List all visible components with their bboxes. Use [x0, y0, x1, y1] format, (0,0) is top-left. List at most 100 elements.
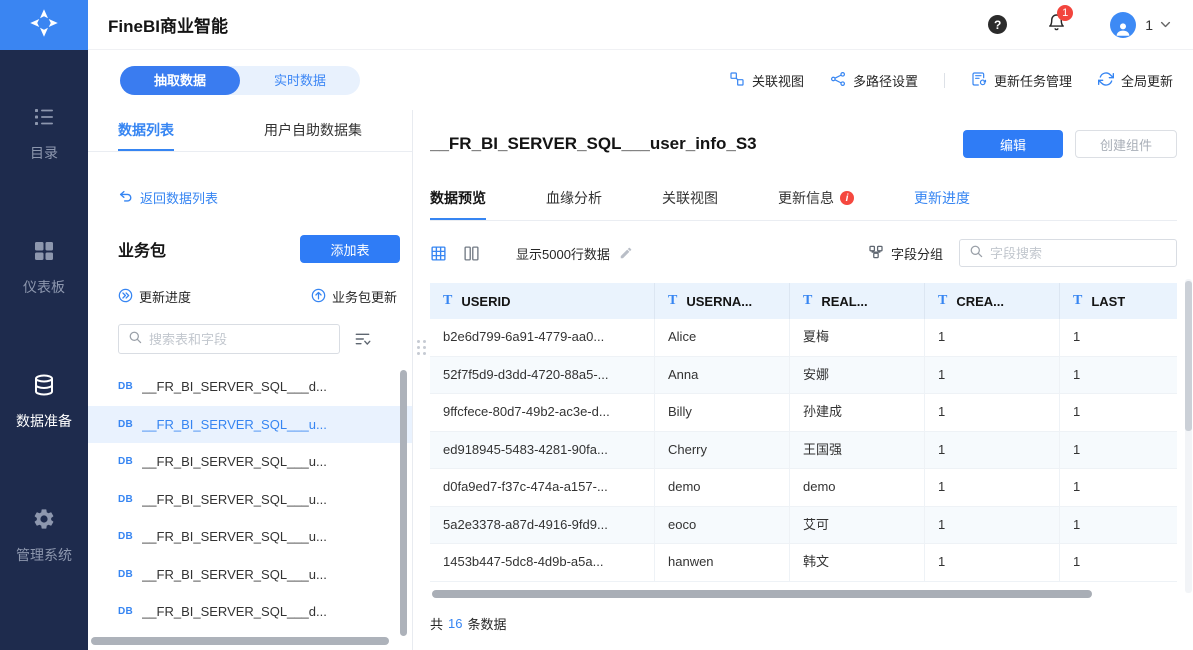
data-mode-toggle: 抽取数据 实时数据: [120, 65, 361, 95]
table-row: b2e6d799-6a91-4779-aa0... Alice 夏梅 1 1: [430, 319, 1177, 357]
cell: 1: [925, 544, 1060, 581]
column-header-username[interactable]: T USERNA...: [655, 283, 790, 319]
table-horizontal-scrollbar: [430, 589, 1177, 598]
cell: 1: [1073, 441, 1081, 457]
chevron-down-icon[interactable]: [1160, 21, 1171, 28]
cell: 1453b447-5dc8-4d9b-a5a...: [430, 544, 655, 581]
cell: Cherry: [655, 431, 790, 468]
group-icon: [868, 244, 884, 263]
list-horizontal-scrollbar-thumb[interactable]: [91, 637, 389, 645]
column-header-realname[interactable]: T REAL...: [790, 283, 925, 319]
tab-update-info[interactable]: 更新信息 i: [778, 188, 854, 220]
sidebar-item-data-preparation[interactable]: 数据准备: [16, 373, 72, 431]
header-actions: ? 1 1: [988, 4, 1171, 38]
tab-lineage-analysis[interactable]: 血缘分析: [546, 188, 602, 220]
business-package-row: 业务包 添加表: [118, 235, 400, 263]
multipath-settings-button[interactable]: 多路径设置: [830, 71, 918, 90]
cell: Anna: [655, 356, 790, 393]
notifications-button[interactable]: 1: [1047, 4, 1074, 37]
sidebar-item-catalog[interactable]: 目录: [30, 105, 58, 163]
update-progress-link[interactable]: 更新进度: [118, 287, 191, 306]
column-header-userid[interactable]: T USERID: [430, 283, 655, 319]
column-header-createtime[interactable]: T CREA...: [925, 283, 1060, 319]
edit-pencil-icon[interactable]: [619, 246, 633, 260]
text-type-icon: T: [803, 293, 813, 308]
table-search-input[interactable]: [149, 331, 330, 347]
table-horizontal-scrollbar-thumb[interactable]: [432, 589, 1092, 598]
help-glyph: ?: [994, 17, 1002, 32]
count-prefix: 共: [430, 616, 444, 632]
cell: b2e6d799-6a91-4779-aa0...: [430, 319, 655, 356]
search-icon: [969, 244, 983, 263]
tab-self-service-dataset[interactable]: 用户自助数据集: [264, 110, 362, 151]
update-task-button[interactable]: 更新任务管理: [971, 71, 1072, 90]
package-update-link[interactable]: 业务包更新: [311, 287, 397, 306]
sidebar-item-label: 管理系统: [16, 547, 72, 563]
action-label: 更新任务管理: [993, 73, 1072, 89]
table-list-item[interactable]: DB __FR_BI_SERVER_SQL___u...: [88, 443, 412, 481]
create-component-button[interactable]: 创建组件: [1075, 130, 1177, 158]
link-view-button[interactable]: 关联视图: [729, 71, 804, 90]
detail-title-row: __FR_BI_SERVER_SQL___user_info_S3 编辑 创建组…: [430, 130, 1177, 158]
preview-toolbar: 显示5000行数据 字段分组 字段搜索: [430, 239, 1177, 267]
table-list-item-selected[interactable]: DB __FR_BI_SERVER_SQL___u...: [88, 405, 412, 443]
table-vertical-scrollbar-thumb[interactable]: [1185, 281, 1192, 431]
table-name: __FR_BI_SERVER_SQL___d...: [142, 604, 327, 620]
cell: 1: [1073, 479, 1081, 494]
count-suffix: 条数据: [467, 616, 507, 632]
table-list-item[interactable]: DB __FR_BI_SERVER_SQL___u...: [88, 518, 412, 556]
tab-label: 血缘分析: [546, 190, 602, 206]
finebi-logo[interactable]: [0, 0, 88, 50]
toolbar-actions: 关联视图 多路径设置 更新任务管理 全局更新: [729, 71, 1173, 90]
data-list-panel: 数据列表 用户自助数据集 返回数据列表 业务包 添加表 更新进度 业务包更新 搜…: [88, 110, 413, 650]
toolbar-divider: [943, 72, 945, 88]
edit-button[interactable]: 编辑: [963, 130, 1063, 158]
text-type-icon: T: [938, 293, 948, 308]
avatar[interactable]: [1110, 11, 1137, 38]
tab-link-view[interactable]: 关联视图: [662, 188, 718, 220]
field-group-button[interactable]: 字段分组: [868, 244, 943, 263]
global-update-button[interactable]: 全局更新: [1097, 71, 1173, 90]
table-list-item[interactable]: DB __FR_BI_SERVER_SQL___d...: [88, 593, 412, 631]
cell: Billy: [655, 394, 790, 431]
tab-data-list[interactable]: 数据列表: [118, 110, 174, 151]
record-count-footer: 共 16 条数据: [430, 614, 1177, 633]
table-list-item[interactable]: DB __FR_BI_SERVER_SQL___u...: [88, 481, 412, 519]
cell: eoco: [655, 506, 790, 543]
tab-update-progress[interactable]: 更新进度: [914, 188, 970, 220]
filter-icon[interactable]: [354, 331, 371, 347]
extract-data-toggle[interactable]: 抽取数据: [120, 65, 241, 95]
notification-badge: 1: [1057, 4, 1074, 21]
cell: 1: [925, 506, 1060, 543]
content-area: 数据列表 用户自助数据集 返回数据列表 业务包 添加表 更新进度 业务包更新 搜…: [88, 110, 1193, 650]
realtime-data-toggle[interactable]: 实时数据: [240, 66, 360, 95]
panel-resize-handle[interactable]: [417, 340, 426, 355]
multipath-icon: [830, 71, 846, 90]
tab-data-preview[interactable]: 数据预览: [430, 188, 486, 220]
cell: ed918945-5483-4281-90fa...: [430, 431, 655, 468]
sidebar-item-admin[interactable]: 管理系统: [16, 507, 72, 565]
list-vertical-scrollbar-thumb[interactable]: [400, 370, 407, 636]
cell: 王国强: [790, 431, 925, 468]
field-search-input[interactable]: [990, 245, 1167, 261]
add-table-button[interactable]: 添加表: [300, 235, 400, 263]
column-view-icon[interactable]: [463, 245, 480, 262]
table-list-item[interactable]: DB __FR_BI_SERVER_SQL___u...: [88, 556, 412, 594]
grid-view-icon[interactable]: [430, 245, 447, 262]
table-detail-panel: __FR_BI_SERVER_SQL___user_info_S3 编辑 创建组…: [413, 110, 1193, 650]
back-to-data-list-link[interactable]: 返回数据列表: [118, 188, 218, 207]
table-list-item[interactable]: DB __FR_BI_SERVER_SQL___d...: [88, 368, 412, 406]
text-type-icon: T: [443, 293, 453, 308]
column-header-lasttime[interactable]: T LAST: [1060, 283, 1177, 319]
link-label: 更新进度: [139, 290, 192, 305]
help-icon[interactable]: ?: [988, 15, 1008, 34]
field-search-box: [959, 239, 1177, 267]
database-icon: [32, 373, 56, 400]
cell: 5a2e3378-a87d-4916-9fd9...: [430, 506, 655, 543]
cell: 孙建成: [790, 394, 925, 431]
tab-label: 更新信息: [778, 190, 834, 206]
table-row: 9ffcfece-80d7-49b2-ac3e-d... Billy 孙建成 1…: [430, 394, 1177, 432]
db-icon: DB: [118, 456, 134, 468]
compass-logo-icon: [29, 8, 59, 43]
sidebar-item-dashboard[interactable]: 仪表板: [23, 239, 65, 297]
